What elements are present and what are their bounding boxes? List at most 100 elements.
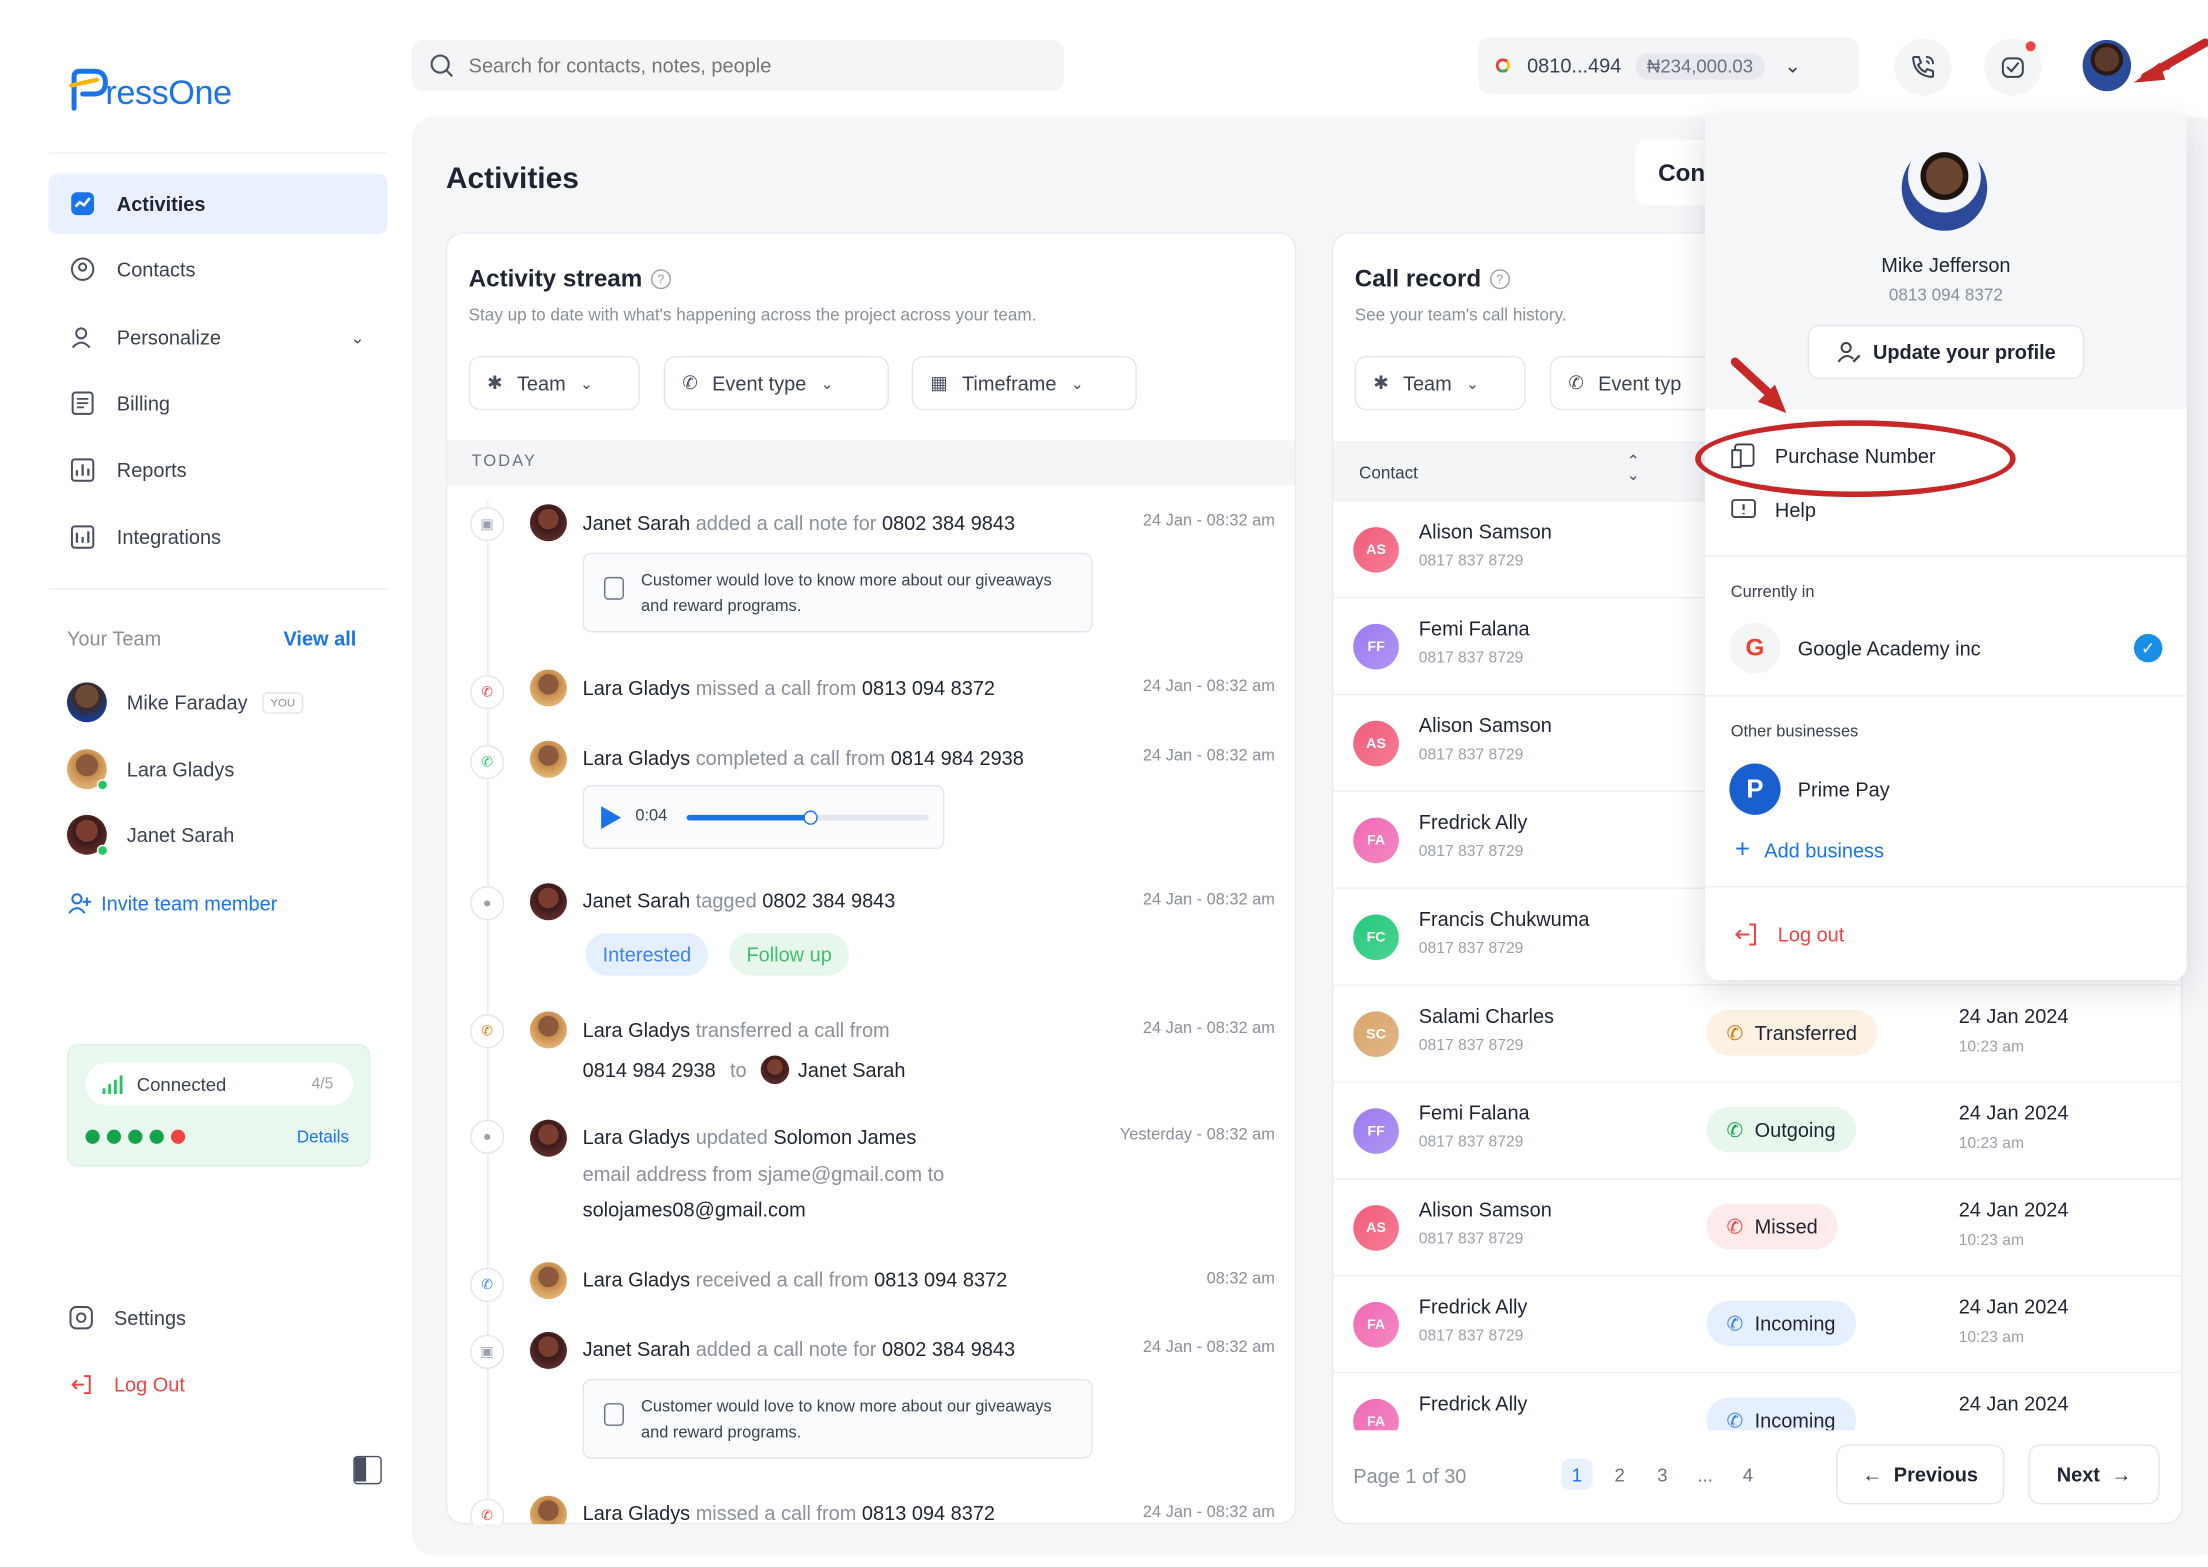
logout-icon bbox=[71, 1375, 91, 1395]
audio-player[interactable]: 0:04 bbox=[582, 784, 945, 850]
contact-name[interactable]: Fredrick Ally bbox=[1419, 1392, 1528, 1415]
event-actor: Lara Gladys bbox=[582, 1501, 691, 1525]
sidebar-item-billing[interactable]: Billing bbox=[48, 373, 387, 433]
event-verb: received a call from bbox=[695, 1267, 869, 1291]
add-business-button[interactable]: + Add business bbox=[1735, 835, 1884, 865]
phone-button[interactable] bbox=[1894, 38, 1952, 96]
activity-event: Janet Sarah added a call note for 0802 3… bbox=[583, 511, 1015, 534]
call-note: Customer would love to know more about o… bbox=[582, 1378, 1093, 1459]
team-member-name: Janet Sarah bbox=[126, 823, 235, 847]
event-verb: updated bbox=[695, 1125, 768, 1149]
next-label: Next bbox=[2056, 1462, 2100, 1486]
event-target[interactable]: 0814 984 2938 bbox=[583, 1058, 716, 1081]
contact-name[interactable]: Salami Charles bbox=[1419, 1004, 1554, 1027]
team-member-name: Mike Faraday bbox=[126, 690, 248, 714]
sidebar-item-integrations[interactable]: Integrations bbox=[48, 507, 387, 567]
event-target[interactable]: Solomon James bbox=[773, 1125, 916, 1148]
play-icon[interactable] bbox=[601, 806, 622, 830]
profile-phone: 0813 094 8372 bbox=[1888, 284, 2003, 305]
sort-icon[interactable]: ⌃ ⌄ bbox=[1627, 454, 1640, 484]
sidebar-item-personalize[interactable]: Personalize ⌄ bbox=[48, 308, 387, 368]
note-text: Customer would love to know more about o… bbox=[641, 572, 1052, 616]
team-member[interactable]: Mike Faraday YOU bbox=[66, 681, 304, 724]
sidebar-item-label: Contacts bbox=[116, 257, 196, 281]
contact-name[interactable]: Fredrick Ally bbox=[1419, 811, 1528, 834]
sidebar-item-activities[interactable]: Activities bbox=[48, 173, 388, 234]
help-item[interactable]: Help bbox=[1729, 496, 1816, 524]
page-4[interactable]: 4 bbox=[1732, 1459, 1763, 1490]
invite-team-member-link[interactable]: Invite team member bbox=[67, 890, 277, 916]
call-row[interactable]: FA Fredrick Ally 0817 837 8729 ✆ Incoming 24 … bbox=[1331, 1276, 2183, 1374]
connection-label: Connected bbox=[136, 1073, 227, 1095]
event-target[interactable]: 0813 094 8372 bbox=[862, 1501, 995, 1524]
page-2[interactable]: 2 bbox=[1604, 1459, 1635, 1490]
event-type-filter[interactable]: ✆ Event type ⌄ bbox=[663, 356, 889, 411]
settings-link[interactable]: Settings bbox=[68, 1305, 186, 1331]
event-time: 24 Jan - 08:32 am bbox=[1142, 1339, 1275, 1357]
contact-name[interactable]: Francis Chukwuma bbox=[1419, 907, 1590, 930]
phone-icon: ✆ bbox=[1726, 1311, 1744, 1335]
search-input[interactable] bbox=[468, 54, 1039, 77]
next-button[interactable]: Next → bbox=[2028, 1444, 2160, 1505]
page-1[interactable]: 1 bbox=[1561, 1458, 1593, 1491]
avatar bbox=[529, 1495, 567, 1525]
logout-label: Log Out bbox=[113, 1373, 185, 1397]
status-label: Outgoing bbox=[1754, 1118, 1836, 1142]
integrations-icon bbox=[68, 523, 96, 551]
annotation-ellipse bbox=[1695, 420, 2016, 498]
team-filter[interactable]: ✱ Team ⌄ bbox=[468, 356, 640, 411]
team-member[interactable]: Janet Sarah bbox=[66, 813, 235, 857]
sidebar-item-reports[interactable]: Reports bbox=[48, 440, 387, 500]
page-3[interactable]: 3 bbox=[1647, 1459, 1678, 1490]
call-row[interactable]: FA Fredrick Ally ✆ Incoming 24 Jan 2024 bbox=[1332, 1373, 2182, 1431]
event-target[interactable]: 0802 384 9843 bbox=[762, 889, 895, 912]
event-target[interactable]: 0814 984 2938 bbox=[891, 746, 1024, 769]
team-member[interactable]: Lara Gladys bbox=[66, 748, 234, 791]
call-row[interactable]: AS Alison Samson 0817 837 8729 ✆ Missed 24 Ja… bbox=[1331, 1179, 2183, 1277]
call-row[interactable]: SC Salami Charles 0817 837 8729 ✆ Transferre… bbox=[1331, 986, 2183, 1083]
timeframe-filter[interactable]: ▦ Timeframe ⌄ bbox=[911, 356, 1137, 411]
contact-name[interactable]: Femi Falana bbox=[1419, 617, 1530, 640]
note-icon bbox=[603, 576, 624, 600]
contact-name[interactable]: Femi Falana bbox=[1419, 1101, 1530, 1124]
team-filter[interactable]: ✱ Team ⌄ bbox=[1354, 356, 1526, 411]
event-target[interactable]: 0813 094 8372 bbox=[874, 1268, 1007, 1291]
annotation-arrow-icon bbox=[2133, 38, 2208, 83]
chevron-down-icon[interactable]: ⌄ bbox=[350, 328, 364, 348]
contact-name[interactable]: Alison Samson bbox=[1419, 714, 1552, 737]
missed-call-icon: ✆ bbox=[470, 675, 505, 710]
annotation-arrow-icon bbox=[1730, 357, 1787, 414]
call-row[interactable]: FF Femi Falana 0817 837 8729 ✆ Outgoing 24 Ja… bbox=[1331, 1083, 2183, 1180]
event-target[interactable]: 0802 384 9843 bbox=[882, 511, 1015, 534]
view-all-link[interactable]: View all bbox=[283, 627, 356, 650]
sidebar-item-contacts[interactable]: Contacts bbox=[48, 239, 387, 299]
notifications-button[interactable] bbox=[1984, 38, 2042, 96]
previous-button[interactable]: ← Previous bbox=[1836, 1444, 2005, 1505]
audio-progress[interactable] bbox=[686, 810, 929, 825]
update-profile-button[interactable]: Update your profile bbox=[1807, 324, 2085, 379]
number-selector[interactable]: 0810...494 ₦234,000.03 ⌄ bbox=[1478, 37, 1859, 95]
event-target[interactable]: 0802 384 9843 bbox=[882, 1338, 1015, 1361]
logout-link[interactable]: Log Out bbox=[68, 1372, 185, 1398]
column-contact[interactable]: Contact bbox=[1359, 463, 1418, 483]
connection-status[interactable]: Connected 4/5 bbox=[85, 1062, 354, 1106]
activity-event: Lara Gladys completed a call from 0814 9… bbox=[583, 746, 1024, 769]
contact-avatar: AS bbox=[1353, 1205, 1399, 1251]
current-business-name: Google Academy inc bbox=[1797, 636, 1981, 660]
dropdown-logout-button[interactable]: Log out bbox=[1732, 920, 1844, 948]
current-business[interactable]: G Google Academy inc ✓ bbox=[1729, 622, 2163, 674]
connection-details-link[interactable]: Details bbox=[297, 1127, 349, 1147]
logout-label: Log out bbox=[1777, 923, 1845, 946]
other-business-item[interactable]: P Prime Pay bbox=[1729, 763, 1890, 815]
collapse-sidebar-icon[interactable] bbox=[353, 1455, 382, 1485]
info-icon[interactable]: ? bbox=[1489, 269, 1510, 290]
event-target[interactable]: 0813 094 8372 bbox=[862, 677, 995, 700]
call-record-title-text: Call record bbox=[1354, 264, 1482, 293]
team-icon: ✱ bbox=[1373, 371, 1389, 394]
search-bar[interactable] bbox=[411, 39, 1065, 92]
contact-name[interactable]: Fredrick Ally bbox=[1419, 1295, 1528, 1318]
info-icon[interactable]: ? bbox=[650, 269, 671, 290]
contact-name[interactable]: Alison Samson bbox=[1419, 1198, 1552, 1221]
contact-name[interactable]: Alison Samson bbox=[1419, 520, 1552, 543]
billing-icon bbox=[68, 389, 96, 417]
